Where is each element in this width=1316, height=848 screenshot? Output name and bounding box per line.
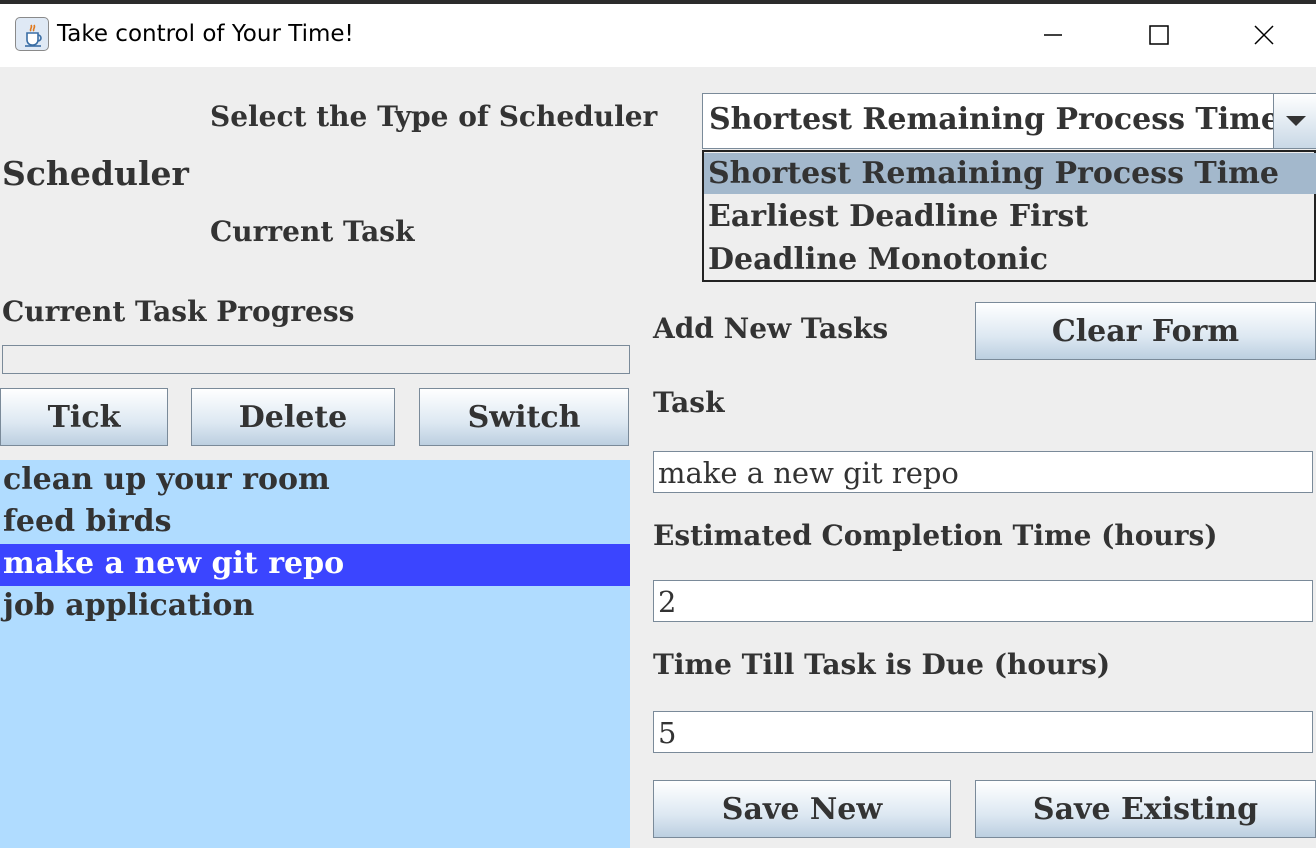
list-item[interactable]: feed birds: [0, 502, 630, 544]
window-title: Take control of Your Time!: [57, 21, 354, 47]
title-bar[interactable]: Take control of Your Time!: [0, 4, 1316, 67]
completion-time-value: 2: [658, 585, 677, 619]
save-existing-button[interactable]: Save Existing: [975, 780, 1316, 838]
scheduler-heading: Scheduler: [2, 154, 189, 193]
completion-time-label: Estimated Completion Time (hours): [653, 519, 1218, 552]
switch-button[interactable]: Switch: [419, 388, 629, 446]
scheduler-selected-value: Shortest Remaining Process Time: [709, 102, 1280, 137]
java-cup-icon: [15, 17, 49, 51]
list-item[interactable]: clean up your room: [0, 460, 630, 502]
clear-form-button[interactable]: Clear Form: [975, 302, 1316, 360]
task-list[interactable]: clean up your room feed birds make a new…: [0, 460, 630, 848]
delete-button[interactable]: Delete: [191, 388, 395, 446]
maximize-button[interactable]: [1109, 4, 1209, 67]
list-item[interactable]: job application: [0, 586, 630, 628]
scheduler-type-label: Select the Type of Scheduler: [210, 100, 658, 133]
due-time-label: Time Till Task is Due (hours): [653, 648, 1111, 681]
save-new-button[interactable]: Save New: [653, 780, 951, 838]
current-task-label: Current Task: [210, 215, 415, 248]
scheduler-options-list[interactable]: Shortest Remaining Process Time Earliest…: [702, 150, 1316, 282]
completion-time-input[interactable]: 2: [653, 580, 1313, 622]
minimize-icon: [1044, 34, 1062, 36]
scheduler-option[interactable]: Shortest Remaining Process Time: [704, 153, 1316, 194]
dropdown-arrow-button[interactable]: [1273, 94, 1316, 148]
maximize-icon: [1149, 25, 1169, 45]
task-field-label: Task: [653, 386, 725, 419]
scheduler-type-select[interactable]: Shortest Remaining Process Time: [702, 93, 1316, 149]
add-tasks-heading: Add New Tasks: [653, 312, 889, 345]
close-icon: [1254, 25, 1274, 45]
minimize-button[interactable]: [1003, 4, 1103, 67]
due-time-input[interactable]: 5: [653, 711, 1313, 753]
tick-button[interactable]: Tick: [0, 388, 168, 446]
list-item-selected[interactable]: make a new git repo: [0, 544, 630, 586]
close-button[interactable]: [1214, 4, 1314, 67]
due-time-value: 5: [658, 716, 677, 750]
scheduler-option[interactable]: Deadline Monotonic: [704, 239, 1316, 280]
task-name-value: make a new git repo: [658, 456, 959, 490]
task-name-input[interactable]: make a new git repo: [653, 451, 1313, 493]
task-progress-bar: [2, 345, 630, 374]
progress-label: Current Task Progress: [2, 295, 355, 328]
chevron-down-icon: [1286, 116, 1306, 126]
scheduler-option[interactable]: Earliest Deadline First: [704, 196, 1316, 237]
